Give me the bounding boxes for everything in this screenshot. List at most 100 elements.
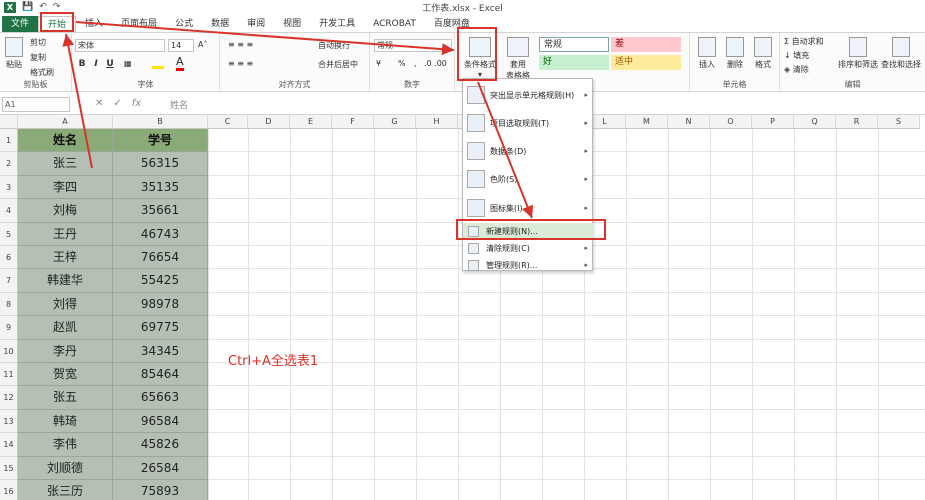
menu-item-7[interactable]: 管理规则(R)... ▸ [463,257,594,273]
table-cell[interactable]: 贺宽 [18,363,113,387]
currency-icon[interactable]: ¥ [376,59,381,68]
column-header-h[interactable]: H [416,115,458,129]
font-color-icon[interactable]: A [176,55,184,71]
copy-button[interactable]: 复制 [30,52,46,63]
row-header-12[interactable]: 12 [0,386,18,410]
tab-file[interactable]: 文件 [2,16,39,32]
style-neutral[interactable]: 适中 [611,55,681,70]
fx-icon[interactable]: fx [132,98,141,109]
row-header-9[interactable]: 9 [0,316,18,340]
italic-button[interactable]: I [90,58,102,70]
table-cell[interactable]: 韩建华 [18,269,113,293]
tab-view[interactable]: 视图 [274,16,310,32]
column-header-p[interactable]: P [752,115,794,129]
table-cell[interactable]: 韩琦 [18,409,113,434]
font-size-select[interactable]: 14 [168,39,194,52]
decimal-icon[interactable]: .0 .00 [424,59,447,68]
menu-item-2[interactable]: 数据条(D) ▸ [463,138,594,164]
table-cell[interactable]: 69775 [113,316,208,340]
row-header-16[interactable]: 16 [0,480,18,500]
paste-button[interactable]: 粘贴 [3,37,25,70]
table-cell[interactable]: 李丹 [18,339,113,363]
column-header-a[interactable]: A [18,115,113,129]
style-normal[interactable]: 常规 [539,37,609,52]
enter-icon[interactable]: ✓ [113,98,121,109]
font-name-select[interactable]: 宋体 [75,39,165,52]
row-header-2[interactable]: 2 [0,152,18,176]
number-format-select[interactable]: 常规 [374,39,452,52]
table-cell[interactable]: 张五 [18,386,113,410]
style-bad[interactable]: 差 [611,37,681,52]
column-header-r[interactable]: R [836,115,878,129]
cancel-icon[interactable]: ✕ [95,98,103,109]
align-left-icon[interactable]: ≡ ≡ ≡ [228,59,253,68]
table-cell[interactable]: 王丹 [18,222,113,246]
menu-item-4[interactable]: 图标集(I) ▸ [463,195,594,221]
row-header-5[interactable]: 5 [0,222,18,246]
row-header-6[interactable]: 6 [0,246,18,270]
row-header-10[interactable]: 10 [0,339,18,363]
menu-item-0[interactable]: 突出显示单元格规则(H) ▸ [463,82,594,108]
column-header-b[interactable]: B [113,115,208,129]
align-top-icon[interactable]: ≡ ≡ ≡ [228,40,253,49]
fill-color-icon[interactable] [152,57,164,69]
fill-button[interactable]: ↓ 填充 [784,50,809,61]
format-painter-button[interactable]: 格式刷 [30,67,54,78]
row-header-7[interactable]: 7 [0,269,18,293]
underline-button[interactable]: U [104,58,116,70]
format-cells-button[interactable]: 格式 [751,37,775,70]
row-header-1[interactable]: 1 [0,129,18,153]
find-select-button[interactable]: 查找和选择 [880,37,922,70]
table-cell[interactable]: 刘得 [18,292,113,317]
table-cell[interactable]: 56315 [113,152,208,176]
table-cell[interactable]: 王梓 [18,246,113,270]
column-header-f[interactable]: F [332,115,374,129]
cut-button[interactable]: 剪切 [30,37,46,48]
column-header-q[interactable]: Q [794,115,836,129]
table-cell[interactable]: 76654 [113,246,208,270]
style-good[interactable]: 好 [539,55,609,70]
undo-icon[interactable]: ↶ [39,2,47,12]
table-cell[interactable]: 98978 [113,292,208,317]
column-header-c[interactable]: C [208,115,248,129]
row-header-15[interactable]: 15 [0,456,18,480]
table-cell[interactable]: 刘梅 [18,199,113,223]
table-cell[interactable]: 75893 [113,480,208,500]
column-header-n[interactable]: N [668,115,710,129]
grow-font-icon[interactable]: A˄ [198,40,207,49]
table-cell[interactable]: 45826 [113,433,208,457]
merge-center-button[interactable]: 合并后居中 [318,59,358,70]
insert-cells-button[interactable]: 插入 [695,37,719,70]
clear-button[interactable]: ◈ 清除 [784,64,809,75]
table-cell[interactable]: 张三 [18,152,113,176]
select-all-corner[interactable] [0,115,18,129]
column-header-g[interactable]: G [374,115,416,129]
tab-review[interactable]: 审阅 [238,16,274,32]
menu-item-1[interactable]: 项目选取规则(T) ▸ [463,110,594,136]
tab-page-layout[interactable]: 页面布局 [112,16,166,32]
column-header-d[interactable]: D [248,115,290,129]
table-cell[interactable]: 55425 [113,269,208,293]
table-cell[interactable]: 刘顺德 [18,456,113,480]
border-icon[interactable]: ▦ [124,59,132,68]
row-header-4[interactable]: 4 [0,199,18,223]
row-header-13[interactable]: 13 [0,409,18,434]
menu-item-3[interactable]: 色阶(S) ▸ [463,166,594,192]
tab-acrobat[interactable]: ACROBAT [364,16,425,32]
bold-button[interactable]: B [76,58,88,70]
tab-developer[interactable]: 开发工具 [310,16,364,32]
autosum-button[interactable]: Σ 自动求和 [784,36,824,47]
name-box[interactable]: A1 [2,97,70,112]
row-header-3[interactable]: 3 [0,175,18,200]
column-header-m[interactable]: M [626,115,668,129]
table-cell[interactable]: 35661 [113,199,208,223]
tab-formulas[interactable]: 公式 [166,16,202,32]
row-header-14[interactable]: 14 [0,433,18,457]
table-cell[interactable]: 46743 [113,222,208,246]
table-cell[interactable]: 34345 [113,339,208,363]
table-cell[interactable]: 65663 [113,386,208,410]
row-header-8[interactable]: 8 [0,292,18,317]
table-cell[interactable]: 赵凯 [18,316,113,340]
table-cell[interactable]: 张三历 [18,480,113,500]
wrap-text-button[interactable]: 自动换行 [318,40,350,51]
